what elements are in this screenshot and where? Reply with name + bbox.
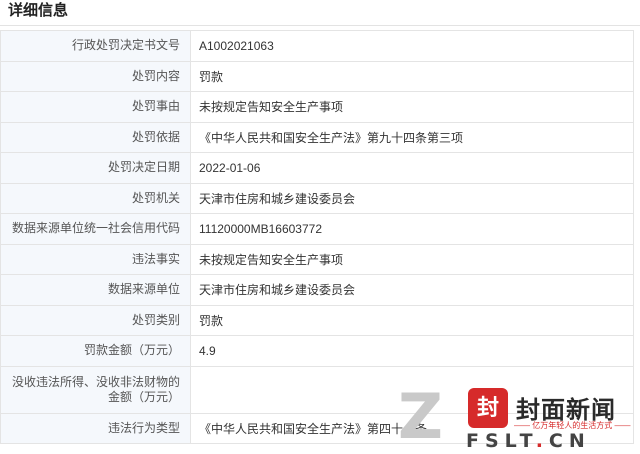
row-label: 处罚依据 [0, 121, 191, 153]
row-value: 未按规定告知安全生产事项 [190, 243, 634, 275]
domain-part2: CN [548, 430, 591, 452]
row-label: 数据来源单位统一社会信用代码 [0, 213, 191, 245]
row-value: 天津市住房和城乡建设委员会 [190, 274, 634, 306]
row-value: 罚款 [190, 304, 634, 336]
row-label: 处罚决定日期 [0, 152, 191, 184]
row-value: 罚款 [190, 60, 634, 92]
table-row: 处罚决定日期 2022-01-06 [0, 152, 634, 184]
watermark: Z 封 封面新闻 —— 亿万年轻人的生活方式 —— FSLT.CN [398, 380, 640, 454]
table-row: 数据来源单位统一社会信用代码 11120000MB16603772 [0, 213, 634, 245]
table-row: 行政处罚决定书文号 A1002021063 [0, 30, 634, 62]
row-label: 罚款金额（万元） [0, 335, 191, 367]
row-value: 未按规定告知安全生产事项 [190, 91, 634, 123]
row-label: 违法事实 [0, 243, 191, 275]
row-label: 行政处罚决定书文号 [0, 30, 191, 62]
table-row: 数据来源单位 天津市住房和城乡建设委员会 [0, 274, 634, 306]
table-row: 罚款金额（万元） 4.9 [0, 335, 634, 367]
row-label: 数据来源单位 [0, 274, 191, 306]
row-value: 11120000MB16603772 [190, 213, 634, 245]
table-row: 处罚类别 罚款 [0, 304, 634, 336]
domain-dot: . [535, 430, 549, 452]
row-value: A1002021063 [190, 30, 634, 62]
watermark-z-icon: Z [398, 380, 443, 453]
table-row: 违法事实 未按规定告知安全生产事项 [0, 243, 634, 275]
row-label: 违法行为类型 [0, 412, 191, 444]
section-title: 详细信息 [0, 0, 640, 26]
table-row: 处罚依据 《中华人民共和国安全生产法》第九十四条第三项 [0, 121, 634, 153]
domain-part1: FSLT [466, 430, 536, 452]
row-value: 《中华人民共和国安全生产法》第九十四条第三项 [190, 121, 634, 153]
row-value: 4.9 [190, 335, 634, 367]
row-label: 处罚类别 [0, 304, 191, 336]
row-label: 没收违法所得、没收非法财物的金额（万元） [0, 365, 191, 414]
row-value: 2022-01-06 [190, 152, 634, 184]
row-label: 处罚机关 [0, 182, 191, 214]
brand-domain: FSLT.CN [466, 430, 591, 452]
table-row: 处罚事由 未按规定告知安全生产事项 [0, 91, 634, 123]
row-label: 处罚事由 [0, 91, 191, 123]
row-value: 天津市住房和城乡建设委员会 [190, 182, 634, 214]
brand-logo-icon: 封 [468, 388, 508, 428]
row-label: 处罚内容 [0, 60, 191, 92]
table-row: 处罚内容 罚款 [0, 60, 634, 92]
table-row: 处罚机关 天津市住房和城乡建设委员会 [0, 182, 634, 214]
